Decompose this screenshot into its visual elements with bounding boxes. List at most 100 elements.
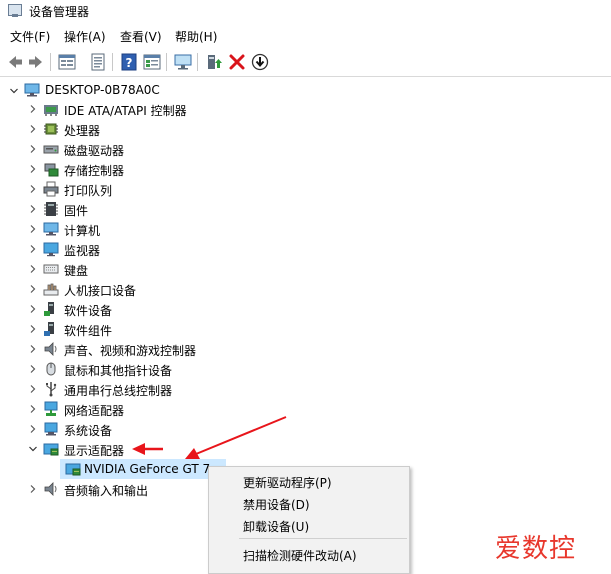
tree-root-label: DESKTOP-0B78A0C	[45, 83, 160, 97]
menu-item-scan-hardware[interactable]: 扫描检测硬件改动(A)	[243, 547, 357, 564]
tree-item-label: 软件组件	[64, 324, 113, 338]
chevron-right-icon[interactable]	[28, 264, 38, 274]
tree-category-item[interactable]: 显示适配器	[0, 439, 611, 459]
tree-category-item[interactable]: 音频输入和输出	[0, 479, 611, 499]
software-component-icon	[43, 321, 59, 337]
chevron-right-icon[interactable]	[28, 284, 38, 294]
tree-item-label: 计算机	[64, 224, 101, 238]
monitor-icon	[43, 241, 59, 257]
tree-item-label: 软件设备	[64, 304, 113, 318]
chevron-right-icon[interactable]	[28, 224, 38, 234]
firmware-icon	[43, 201, 59, 217]
chevron-right-icon[interactable]	[28, 304, 38, 314]
tree-root[interactable]: DESKTOP-0B78A0C	[0, 80, 611, 100]
tree-item-label: 打印队列	[64, 184, 113, 198]
tree-category-item[interactable]: 人机接口设备	[0, 279, 611, 299]
network-adapter-icon	[43, 401, 59, 417]
back-arrow-icon[interactable]	[5, 52, 25, 72]
tree-item-label: 声音、视频和游戏控制器	[64, 344, 197, 358]
usb-icon	[43, 381, 59, 397]
help-icon[interactable]: ?	[119, 52, 139, 72]
display-adapter-icon	[43, 441, 59, 457]
tree-category-item[interactable]: 网络适配器	[0, 399, 611, 419]
chevron-right-icon[interactable]	[28, 424, 38, 434]
computer-icon	[24, 82, 40, 98]
monitor-icon[interactable]	[173, 52, 193, 72]
toolbar-separator	[197, 53, 198, 71]
properties-icon[interactable]	[57, 52, 77, 72]
tree-category-item[interactable]: 键盘	[0, 259, 611, 279]
chevron-down-icon[interactable]	[28, 444, 38, 454]
tree-item-label: 存储控制器	[64, 164, 125, 178]
ide-controller-icon	[43, 101, 59, 117]
tree-item-label: 固件	[64, 204, 89, 218]
forward-arrow-icon[interactable]	[26, 52, 46, 72]
tree-category-item[interactable]: 计算机	[0, 219, 611, 239]
tree-category-item[interactable]: 处理器	[0, 119, 611, 139]
chevron-right-icon[interactable]	[28, 144, 38, 154]
tree-item-label: 通用串行总线控制器	[64, 384, 173, 398]
chevron-right-icon[interactable]	[28, 204, 38, 214]
storage-controller-icon	[43, 161, 59, 177]
tree-item-label: NVIDIA GeForce GT 7	[84, 462, 211, 476]
toolbar-separator	[112, 53, 113, 71]
chevron-right-icon[interactable]	[28, 244, 38, 254]
tree-category-item[interactable]: IDE ATA/ATAPI 控制器	[0, 99, 611, 119]
chevron-right-icon[interactable]	[28, 404, 38, 414]
tree-item-label: 系统设备	[64, 424, 113, 438]
menu-item-uninstall-device[interactable]: 卸载设备(U)	[243, 518, 309, 535]
speaker-icon	[43, 341, 59, 357]
disk-drive-icon	[43, 141, 59, 157]
toolbar: ?	[0, 50, 611, 74]
view-icon[interactable]	[142, 52, 162, 72]
tree-category-item[interactable]: 声音、视频和游戏控制器	[0, 339, 611, 359]
chevron-right-icon[interactable]	[28, 124, 38, 134]
menu-action[interactable]: 操作(A)	[64, 28, 106, 45]
toolbar-separator	[166, 53, 167, 71]
enable-device-icon[interactable]	[204, 52, 224, 72]
tree-item-label: 监视器	[64, 244, 101, 258]
tree-category-item[interactable]: 鼠标和其他指针设备	[0, 359, 611, 379]
chevron-right-icon[interactable]	[28, 184, 38, 194]
toolbar-separator	[50, 53, 51, 71]
tree-category-item[interactable]: 系统设备	[0, 419, 611, 439]
tree-category-item[interactable]: 软件设备	[0, 299, 611, 319]
tree-child-item[interactable]: NVIDIA GeForce GT 7	[0, 459, 611, 479]
tree-category-item[interactable]: 固件	[0, 199, 611, 219]
title-bar: 设备管理器	[0, 0, 611, 22]
chevron-right-icon[interactable]	[28, 364, 38, 374]
tree-category-item[interactable]: 打印队列	[0, 179, 611, 199]
watermark-text: 爱数控	[495, 534, 577, 564]
menu-help[interactable]: 帮助(H)	[175, 28, 217, 45]
software-device-icon	[43, 301, 59, 317]
tree-category-item[interactable]: 存储控制器	[0, 159, 611, 179]
menu-separator	[239, 538, 407, 539]
chevron-right-icon[interactable]	[28, 484, 38, 494]
chevron-down-icon[interactable]	[9, 86, 19, 96]
svg-text:?: ?	[126, 56, 133, 70]
tree-item-label: 音频输入和输出	[64, 484, 149, 498]
show-hidden-icon[interactable]	[88, 52, 108, 72]
uninstall-icon[interactable]	[227, 52, 247, 72]
tree-category-item[interactable]: 监视器	[0, 239, 611, 259]
chevron-right-icon[interactable]	[28, 104, 38, 114]
tree-item-label: 鼠标和其他指针设备	[64, 364, 173, 378]
tree-category-item[interactable]: 通用串行总线控制器	[0, 379, 611, 399]
tree-category-item[interactable]: 磁盘驱动器	[0, 139, 611, 159]
menu-file[interactable]: 文件(F)	[10, 28, 50, 45]
tree-category-item[interactable]: 软件组件	[0, 319, 611, 339]
menu-bar: 文件(F) 操作(A) 查看(V) 帮助(H)	[0, 25, 611, 47]
tree-item-label: IDE ATA/ATAPI 控制器	[64, 104, 187, 118]
tree-item-label: 处理器	[64, 124, 101, 138]
update-driver-icon[interactable]	[250, 52, 270, 72]
chevron-right-icon[interactable]	[28, 344, 38, 354]
device-manager-icon	[8, 4, 22, 17]
window-title: 设备管理器	[29, 5, 90, 19]
chevron-right-icon[interactable]	[28, 324, 38, 334]
chevron-right-icon[interactable]	[28, 164, 38, 174]
computer-icon	[43, 221, 59, 237]
processor-icon	[43, 121, 59, 137]
tree-item-label: 人机接口设备	[64, 284, 137, 298]
menu-view[interactable]: 查看(V)	[120, 28, 162, 45]
chevron-right-icon[interactable]	[28, 384, 38, 394]
